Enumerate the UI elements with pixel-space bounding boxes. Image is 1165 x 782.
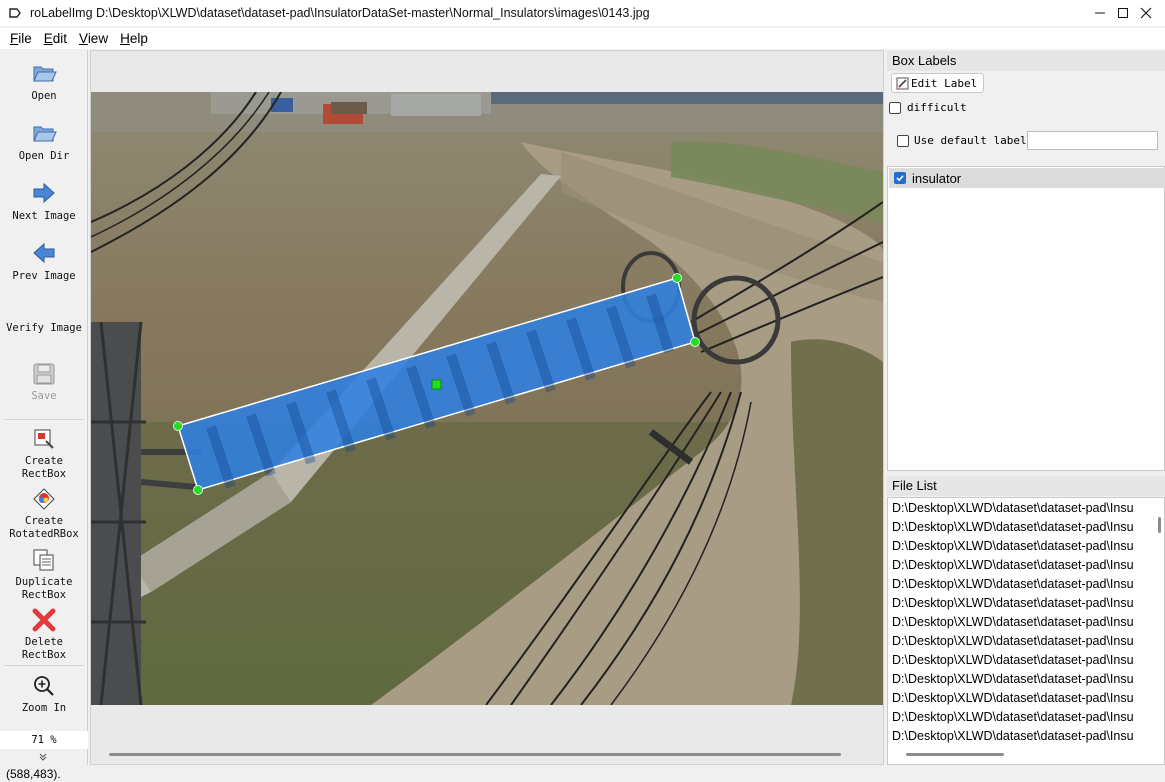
use-default-label-row[interactable]: Use default label	[897, 134, 1027, 147]
zoom-in-button[interactable]: Zoom In	[0, 674, 88, 715]
edit-icon	[896, 77, 909, 89]
folder-icon	[33, 66, 57, 82]
box-labels-title: Box Labels	[887, 51, 1165, 71]
file-list-horizontal-scrollbar[interactable]	[906, 753, 1004, 756]
create-rotated-label-2: RotatedRBox	[9, 528, 79, 540]
prev-image-button[interactable]: Prev Image	[0, 240, 88, 283]
label-checkbox-checked[interactable]	[894, 172, 906, 184]
create-rotated-label-1: Create	[25, 515, 63, 527]
arrow-right-icon	[33, 182, 55, 204]
difficult-checkbox[interactable]	[889, 101, 901, 114]
cursor-position: (588,483).	[6, 767, 61, 781]
file-list-vertical-scrollbar[interactable]	[1158, 517, 1161, 533]
menu-edit[interactable]: Edit	[38, 31, 73, 46]
create-rectbox-label-1: Create	[25, 455, 63, 467]
edit-label-button[interactable]: Edit Label	[891, 73, 984, 93]
create-rectbox-button[interactable]: Create RectBox	[0, 427, 88, 481]
delete-label-2: RectBox	[21, 649, 67, 661]
open-button[interactable]: Open	[0, 60, 88, 103]
edit-label-text: Edit Label	[911, 76, 978, 90]
use-default-label-text: Use default label	[914, 134, 1027, 147]
canvas-horizontal-scrollbar[interactable]	[109, 753, 841, 756]
open-label: Open	[31, 90, 57, 102]
create-rotated-rbox-button[interactable]: Create RotatedRBox	[0, 487, 88, 541]
image-canvas[interactable]	[90, 50, 884, 765]
menu-view[interactable]: View	[73, 31, 114, 46]
close-icon	[1140, 7, 1152, 19]
create-rectbox-label-2: RectBox	[21, 468, 67, 480]
create-rotated-rbox-icon	[33, 488, 55, 510]
zoom-in-label: Zoom In	[21, 702, 67, 714]
label-list[interactable]: insulator	[887, 166, 1165, 471]
status-bar: (588,483).	[0, 766, 1165, 782]
file-list[interactable]: D:\Desktop\XLWD\dataset\dataset-pad\Insu…	[887, 497, 1165, 765]
left-toolbar: Open Open Dir Next Image Prev Image Veri…	[0, 50, 88, 765]
right-dock: Box Labels Edit Label difficult Use defa…	[887, 50, 1165, 765]
save-label: Save	[31, 390, 57, 402]
duplicate-label-2: RectBox	[21, 589, 67, 601]
open-dir-label: Open Dir	[18, 150, 70, 162]
file-list-item[interactable]: D:\Desktop\XLWD\dataset\dataset-pad\Insu	[892, 613, 1154, 632]
file-list-item[interactable]: D:\Desktop\XLWD\dataset\dataset-pad\Insu	[892, 575, 1154, 594]
open-dir-button[interactable]: Open Dir	[0, 120, 88, 163]
duplicate-rectbox-button[interactable]: Duplicate RectBox	[0, 548, 88, 602]
next-image-button[interactable]: Next Image	[0, 180, 88, 223]
file-list-item[interactable]: D:\Desktop\XLWD\dataset\dataset-pad\Insu	[892, 708, 1154, 727]
duplicate-icon	[33, 549, 54, 571]
verify-image-label: Verify Image	[6, 322, 82, 334]
save-icon	[33, 363, 55, 385]
menu-view-label: View	[79, 31, 109, 46]
menu-file[interactable]: File	[4, 31, 38, 46]
delete-label-1: Delete	[25, 636, 63, 648]
arrow-left-icon	[33, 242, 55, 264]
window-title: roLabelImg D:\Desktop\XLWD\dataset\datas…	[30, 6, 650, 20]
delete-icon	[32, 608, 56, 632]
folder-icon	[33, 126, 57, 142]
menu-bar: File Edit View Help	[0, 28, 1165, 49]
menu-edit-label: Edit	[43, 31, 68, 46]
scene-image	[91, 92, 883, 705]
toolbar-separator	[4, 419, 84, 420]
next-image-label: Next Image	[12, 210, 76, 222]
file-list-item[interactable]: D:\Desktop\XLWD\dataset\dataset-pad\Insu	[892, 537, 1154, 556]
file-list-item[interactable]: D:\Desktop\XLWD\dataset\dataset-pad\Insu	[892, 594, 1154, 613]
file-list-item[interactable]: D:\Desktop\XLWD\dataset\dataset-pad\Insu	[892, 499, 1154, 518]
file-list-item[interactable]: D:\Desktop\XLWD\dataset\dataset-pad\Insu	[892, 518, 1154, 537]
difficult-label: difficult	[907, 101, 967, 114]
file-list-item[interactable]: D:\Desktop\XLWD\dataset\dataset-pad\Insu	[892, 689, 1154, 708]
file-list-item[interactable]: D:\Desktop\XLWD\dataset\dataset-pad\Insu	[892, 670, 1154, 689]
zoom-in-icon	[34, 676, 54, 696]
image-view[interactable]	[91, 92, 883, 705]
menu-file-label: File	[10, 31, 32, 46]
difficult-checkbox-row[interactable]: difficult	[889, 101, 967, 114]
checkmark-icon	[896, 175, 904, 182]
save-button[interactable]: Save	[0, 362, 88, 403]
duplicate-label-1: Duplicate	[15, 576, 73, 588]
file-list-item[interactable]: D:\Desktop\XLWD\dataset\dataset-pad\Insu	[892, 727, 1154, 746]
create-rectbox-icon	[34, 429, 54, 449]
file-list-item[interactable]: D:\Desktop\XLWD\dataset\dataset-pad\Insu	[892, 556, 1154, 575]
default-label-input[interactable]	[1027, 131, 1158, 150]
use-default-label-checkbox[interactable]	[897, 134, 909, 147]
file-list-title: File List	[887, 476, 1165, 496]
toolbar-extension-icon[interactable]	[38, 752, 48, 765]
file-list-item[interactable]: D:\Desktop\XLWD\dataset\dataset-pad\Insu	[892, 651, 1154, 670]
file-list-item[interactable]: D:\Desktop\XLWD\dataset\dataset-pad\Insu	[892, 632, 1154, 651]
verify-image-button[interactable]: Verify Image	[0, 322, 88, 335]
toolbar-separator	[4, 665, 84, 666]
label-name: insulator	[912, 170, 962, 186]
close-button[interactable]	[1123, 0, 1165, 26]
title-bar: roLabelImg D:\Desktop\XLWD\dataset\datas…	[0, 0, 1165, 26]
app-icon	[9, 8, 21, 18]
delete-rectbox-button[interactable]: Delete RectBox	[0, 608, 88, 662]
prev-image-label: Prev Image	[12, 270, 76, 282]
zoom-value-spinbox[interactable]: 71 %	[0, 731, 88, 749]
menu-help[interactable]: Help	[114, 31, 154, 46]
menu-help-label: Help	[120, 31, 148, 46]
label-list-item[interactable]: insulator	[889, 168, 1165, 188]
